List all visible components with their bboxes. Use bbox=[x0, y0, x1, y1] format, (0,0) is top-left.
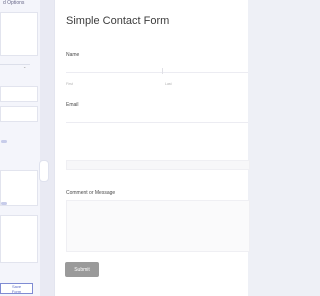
name-label: Name bbox=[66, 52, 80, 58]
comment-textarea[interactable] bbox=[66, 200, 250, 252]
save-form-button[interactable]: Save Form bbox=[0, 283, 33, 294]
form-preview: Simple Contact Form Name First Last Emai… bbox=[54, 0, 250, 296]
sidebar-input[interactable] bbox=[0, 106, 38, 122]
first-name-sublabel: First bbox=[66, 82, 73, 86]
resize-handle[interactable] bbox=[39, 160, 49, 182]
email-field-line[interactable] bbox=[66, 122, 248, 123]
panel-splitter bbox=[40, 0, 54, 296]
form-title: Simple Contact Form bbox=[66, 15, 170, 27]
sidebar-input[interactable] bbox=[0, 86, 38, 102]
sidebar-toggle[interactable] bbox=[1, 202, 7, 205]
number-field[interactable] bbox=[66, 160, 250, 170]
sidebar-toggle[interactable] bbox=[1, 140, 7, 143]
sidebar-panel bbox=[0, 215, 38, 263]
name-field-line[interactable] bbox=[66, 72, 248, 73]
submit-button[interactable]: Submit bbox=[65, 262, 99, 277]
name-field-divider bbox=[162, 68, 163, 74]
form-options-sidebar: d Options ⌄ Save Form bbox=[0, 0, 40, 296]
comment-label: Comment or Message bbox=[66, 190, 116, 196]
email-label: Email bbox=[66, 102, 79, 108]
last-name-sublabel: Last bbox=[165, 82, 172, 86]
chevron-down-icon[interactable]: ⌄ bbox=[23, 64, 26, 69]
sidebar-panel bbox=[0, 12, 38, 56]
sidebar-title: d Options bbox=[3, 0, 25, 6]
sidebar-panel bbox=[0, 170, 38, 206]
